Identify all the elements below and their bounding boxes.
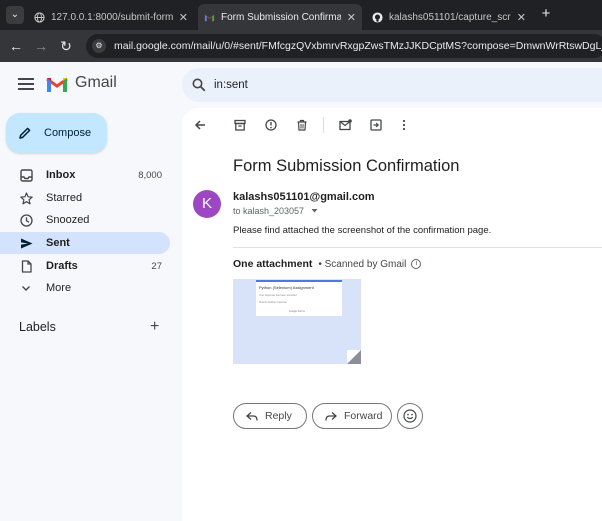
sender-avatar[interactable]: K [193,190,221,218]
add-label-icon[interactable]: + [150,318,159,336]
send-icon [19,236,33,250]
close-tab-icon[interactable]: ✕ [179,11,188,24]
page-fold-shadow [347,350,361,364]
browser-toolbar: ← → ↻ ⚙ mail.google.com/mail/u/0/#sent/F… [0,30,602,62]
new-tab-button[interactable]: + [538,6,554,22]
sidebar-item-snoozed[interactable]: Snoozed [0,209,170,231]
delete-icon[interactable] [295,118,309,132]
gmail-logo-icon [46,77,68,92]
site-info-icon[interactable]: ⚙ [92,39,106,53]
browser-tab-gmail[interactable]: Form Submission Confirmation ✕ [198,4,362,30]
thumbnail-title: Python (Selenium) Assignment [259,285,314,290]
gmail-icon [204,14,215,21]
globe-icon [34,11,45,23]
main-menu-icon[interactable] [18,78,34,90]
attachment-divider [233,247,602,248]
browser-tab-github[interactable]: kalashs051101/capture_screens ✕ [366,4,532,30]
emoji-reaction-button[interactable] [397,403,423,429]
star-icon [19,191,33,205]
reload-icon[interactable]: ↻ [58,38,74,54]
back-icon[interactable] [193,118,207,132]
sidebar-item-inbox[interactable]: Inbox 8,000 [0,164,170,186]
email-subject: Form Submission Confirmation [233,157,460,175]
archive-icon[interactable] [233,118,247,132]
forward-button[interactable]: Forward [312,403,392,429]
info-icon[interactable]: i [411,259,422,269]
attachment-header: One attachment • Scanned by Gmail i [233,258,422,270]
tab-title: Form Submission Confirmation [221,11,341,23]
forward-label: Forward [344,410,383,422]
thumbnail-page: Python (Selenium) Assignment Your respon… [256,280,342,316]
labels-heading: Labels [19,320,56,334]
sidebar-item-starred[interactable]: Starred [0,187,170,209]
url-text: mail.google.com/mail/u/0/#sent/FMfcgzQVx… [114,40,602,52]
address-bar[interactable]: ⚙ mail.google.com/mail/u/0/#sent/FMfcgzQ… [86,34,602,58]
search-bar[interactable]: in:sent [182,68,602,102]
attachment-count: One attachment [233,258,313,270]
search-input[interactable]: in:sent [214,79,248,91]
forward-icon [325,411,337,422]
search-icon[interactable] [192,78,206,92]
sidebar-item-sent[interactable]: Sent [0,232,170,254]
more-options-icon[interactable] [397,118,411,132]
email-body: Please find attached the screenshot of t… [233,225,492,236]
sidebar-item-drafts[interactable]: Drafts 27 [0,255,170,277]
drafts-count: 27 [151,260,162,272]
sidebar-item-label: Sent [46,237,70,249]
thumbnail-line: Submit another response [259,301,287,304]
mark-unread-icon[interactable] [338,118,352,132]
attachment-thumbnail[interactable]: Python (Selenium) Assignment Your respon… [233,279,361,364]
recipient-text: to kalash_203057 [233,206,305,216]
message-view: Form Submission Confirmation K kalashs05… [182,108,602,521]
reply-label: Reply [265,410,292,422]
close-tab-icon[interactable]: ✕ [347,11,356,24]
reply-button[interactable]: Reply [233,403,307,429]
sidebar-item-label: Inbox [46,169,76,181]
reply-icon [246,411,258,422]
draft-icon [19,259,33,273]
tab-title: 127.0.0.1:8000/submit-form/ [51,11,173,23]
pencil-icon [19,127,31,139]
tab-title: kalashs051101/capture_screens [389,11,511,23]
thumbnail-line: Your response has been recorded [259,294,297,297]
github-icon [372,11,383,23]
tab-search-button[interactable]: ⌄ [6,6,24,24]
toolbar-divider [323,117,324,133]
caret-down-icon[interactable] [310,206,319,215]
thumbnail-footer: Google Forms [289,310,305,313]
recipient-line[interactable]: to kalash_203057 [233,206,319,216]
move-to-icon[interactable] [369,118,383,132]
browser-tab-submit-form[interactable]: 127.0.0.1:8000/submit-form/ ✕ [28,4,194,30]
sidebar-item-more[interactable]: More [0,277,170,299]
browser-tab-bar: ⌄ 127.0.0.1:8000/submit-form/ ✕ Form Sub… [0,0,602,30]
gmail-wordmark: Gmail [75,74,117,91]
compose-label: Compose [44,127,92,139]
sidebar-item-label: Snoozed [46,214,90,226]
smiley-icon [403,409,417,423]
compose-button[interactable]: Compose [6,113,107,153]
sender-email[interactable]: kalashs051101@gmail.com [233,191,375,203]
sidebar-item-label: Starred [46,192,83,204]
forward-arrow-icon[interactable]: → [33,38,49,54]
report-spam-icon[interactable] [264,118,278,132]
chevron-down-icon [19,281,33,295]
inbox-icon [19,168,33,182]
close-tab-icon[interactable]: ✕ [517,11,526,24]
sidebar-item-label: More [46,282,72,294]
sidebar-item-label: Drafts [46,260,78,272]
inbox-count: 8,000 [138,169,162,181]
back-arrow-icon[interactable]: ← [8,38,24,54]
scan-status: • Scanned by Gmail [318,258,407,270]
clock-icon [19,213,33,227]
